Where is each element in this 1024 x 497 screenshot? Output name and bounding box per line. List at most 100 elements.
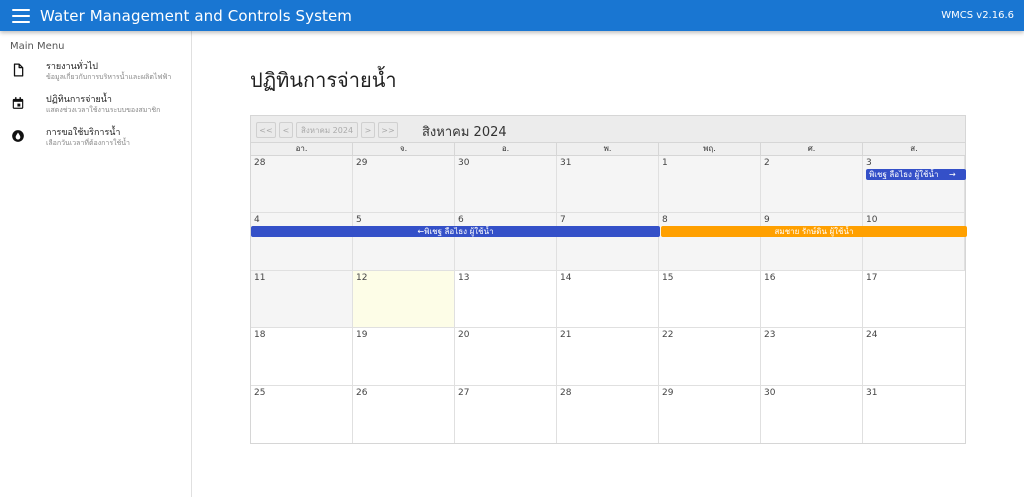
day-cell[interactable]: 31 [557, 156, 659, 213]
day-number: 26 [356, 387, 368, 398]
calendar-week: 25 26 27 28 29 30 31 [251, 385, 965, 443]
sidebar-item-general-report[interactable]: รายงานทั่วไป ข้อมูลเกี่ยวกับการบริหารน้ำ… [0, 59, 191, 92]
day-cell[interactable]: 15 [659, 270, 761, 328]
sidebar-item-label: รายงานทั่วไป [46, 62, 98, 72]
day-number: 11 [254, 272, 266, 283]
day-number: 12 [356, 272, 368, 283]
current-month-button[interactable]: สิงหาคม 2024 [296, 122, 358, 138]
app-version: WMCS v2.16.6 [941, 10, 1014, 21]
day-cell[interactable]: 10 [863, 213, 965, 270]
day-cell[interactable]: 29 [659, 385, 761, 443]
day-cell[interactable]: 6 [455, 213, 557, 270]
water-drop-icon [12, 130, 24, 142]
day-number: 20 [458, 330, 470, 341]
sidebar-header: Main Menu [10, 41, 65, 52]
day-cell[interactable]: 22 [659, 328, 761, 385]
event-label: สมชาย รักษ์ดิน ผู้ใช้น้ำ [774, 227, 854, 237]
day-number: 23 [764, 330, 776, 341]
day-number: 15 [662, 272, 674, 283]
day-number: 29 [662, 387, 674, 398]
day-cell[interactable]: 4 [251, 213, 353, 270]
day-cell[interactable]: 7 [557, 213, 659, 270]
day-number: 8 [662, 215, 668, 226]
day-cell[interactable]: 31 [863, 386, 965, 443]
day-cell[interactable]: 17 [863, 271, 965, 327]
calendar-event[interactable]: สมชาย รักษ์ดิน ผู้ใช้น้ำ [661, 226, 967, 238]
day-cell[interactable]: 24 [863, 328, 965, 384]
event-continue-arrow: → [949, 170, 956, 179]
day-cell[interactable]: 1 [659, 156, 761, 213]
sidebar-item-water-request[interactable]: การขอใช้บริการน้ำ เลือกวันเวลาที่ต้องการ… [0, 125, 191, 158]
day-cell-today[interactable]: 12 [353, 270, 455, 328]
day-cell[interactable]: 26 [353, 385, 455, 443]
prev-month-button[interactable]: < [279, 122, 293, 138]
weekday-fri: ศ. [761, 143, 863, 155]
day-cell[interactable]: 29 [353, 156, 455, 213]
day-number: 10 [866, 215, 878, 226]
day-cell[interactable]: 28 [251, 156, 353, 213]
calendar-grid: 28 29 30 31 1 2 3 พิเชฐ ลือไธง ผู้ใช้น้ำ… [251, 156, 967, 443]
day-number: 22 [662, 330, 674, 341]
calendar-icon [12, 97, 24, 109]
day-cell[interactable]: 9 [761, 213, 863, 270]
next-year-button[interactable]: >> [378, 122, 398, 138]
sidebar: Main Menu รายงานทั่วไป ข้อมูลเกี่ยวกับกา… [0, 31, 192, 497]
day-cell[interactable]: 16 [761, 270, 863, 328]
calendar-week: 18 19 20 21 22 23 24 [251, 328, 965, 386]
day-cell[interactable]: 28 [557, 385, 659, 443]
calendar-title: สิงหาคม 2024 [422, 125, 507, 140]
day-number: 21 [560, 330, 572, 341]
day-number: 30 [458, 158, 470, 168]
day-number: 7 [560, 215, 566, 226]
calendar-week: 11 12 13 14 15 16 17 [251, 270, 965, 329]
event-label: พิเชฐ ลือไธง ผู้ใช้น้ำ [424, 227, 494, 237]
calendar-event[interactable]: ←พิเชฐ ลือไธง ผู้ใช้น้ำ [251, 226, 660, 238]
day-number: 28 [254, 158, 266, 168]
day-number: 4 [254, 215, 260, 226]
day-number: 24 [866, 330, 878, 341]
day-cell[interactable]: 27 [455, 385, 557, 443]
day-cell[interactable]: 2 [761, 156, 863, 213]
weekday-wed: พ. [557, 143, 659, 155]
day-cell[interactable]: 20 [455, 328, 557, 385]
sidebar-item-label: การขอใช้บริการน้ำ [46, 128, 121, 138]
calendar: << < สิงหาคม 2024 > >> สิงหาคม 2024 อา. … [250, 115, 967, 444]
day-number: 2 [764, 158, 770, 168]
day-cell[interactable]: 3 [863, 156, 965, 213]
page-title: ปฏิทินการจ่ายน้ำ [250, 68, 397, 92]
day-number: 18 [254, 330, 266, 341]
day-number: 25 [254, 387, 266, 398]
day-cell[interactable]: 25 [251, 385, 353, 443]
day-cell[interactable]: 21 [557, 328, 659, 385]
day-number: 27 [458, 387, 470, 398]
hamburger-menu-icon[interactable] [12, 8, 30, 23]
calendar-week: 28 29 30 31 1 2 3 พิเชฐ ลือไธง ผู้ใช้น้ำ… [251, 156, 966, 214]
day-number: 31 [866, 387, 878, 398]
day-number: 30 [764, 387, 776, 398]
day-number: 14 [560, 272, 572, 283]
app-bar: Water Management and Controls System WMC… [0, 0, 1024, 31]
day-cell[interactable]: 30 [455, 156, 557, 213]
day-cell[interactable]: 23 [761, 328, 863, 385]
day-cell[interactable]: 19 [353, 328, 455, 385]
day-cell[interactable]: 18 [251, 328, 353, 385]
weekday-tue: อ. [455, 143, 557, 155]
day-number: 5 [356, 215, 362, 226]
day-number: 17 [866, 272, 878, 283]
document-icon [13, 63, 24, 77]
day-cell[interactable]: 14 [557, 270, 659, 328]
prev-year-button[interactable]: << [256, 122, 276, 138]
calendar-event[interactable]: พิเชฐ ลือไธง ผู้ใช้น้ำ → [866, 169, 966, 180]
day-cell[interactable]: 13 [455, 270, 557, 328]
app-title: Water Management and Controls System [40, 6, 353, 25]
day-number: 3 [866, 158, 872, 168]
day-cell[interactable]: 8 [659, 213, 761, 270]
day-cell[interactable]: 30 [761, 385, 863, 443]
calendar-toolbar: << < สิงหาคม 2024 > >> สิงหาคม 2024 [251, 116, 965, 143]
sidebar-item-water-calendar[interactable]: ปฏิทินการจ่ายน้ำ แสดงช่วงเวลาใช้งานระบบข… [0, 92, 191, 125]
weekday-sat: ส. [910, 144, 918, 153]
day-number: 31 [560, 158, 572, 168]
next-month-button[interactable]: > [361, 122, 375, 138]
day-cell[interactable]: 11 [251, 270, 353, 328]
day-cell[interactable]: 5 [353, 213, 455, 270]
